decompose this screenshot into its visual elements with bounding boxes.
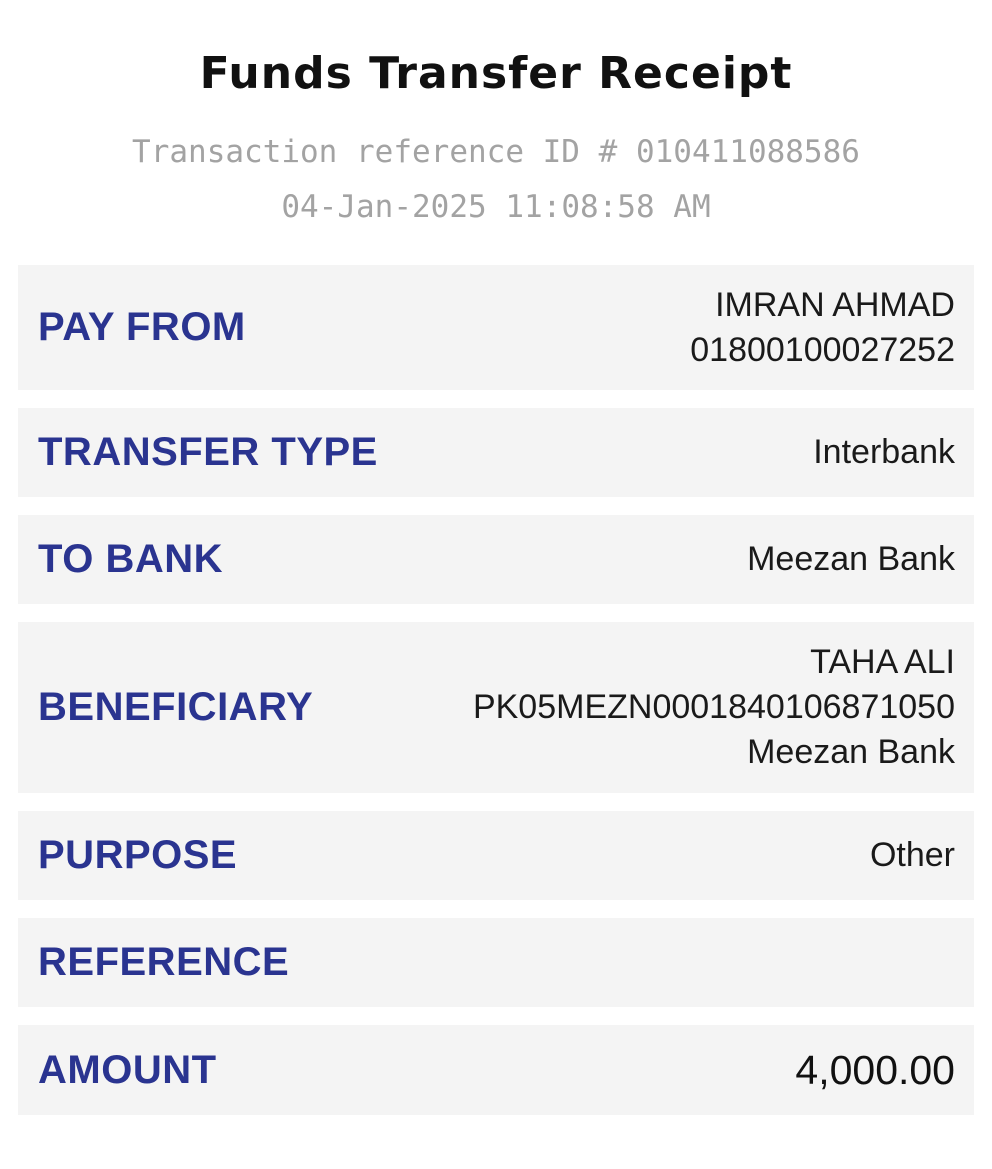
pay-from-account: 01800100027252 [690, 330, 955, 369]
row-beneficiary: BENEFICIARY TAHA ALI PK05MEZN00018401068… [18, 622, 974, 793]
receipt-title: Funds Transfer Receipt [199, 48, 793, 99]
row-amount: AMOUNT 4,000.00 [18, 1025, 974, 1115]
transfer-type-label: TRANSFER TYPE [38, 430, 378, 474]
row-transfer-type: TRANSFER TYPE Interbank [18, 408, 974, 497]
transaction-reference-id: Transaction reference ID # 010411088586 [132, 134, 860, 170]
pay-from-name: IMRAN AHMAD [715, 285, 955, 324]
amount-label: AMOUNT [38, 1047, 217, 1092]
row-reference: REFERENCE [18, 918, 974, 1007]
to-bank-label: TO BANK [38, 537, 223, 581]
beneficiary-name: TAHA ALI [810, 643, 955, 681]
purpose-value: Other [869, 836, 955, 874]
beneficiary-bank: Meezan Bank [747, 733, 955, 771]
pay-from-label: PAY FROM [38, 305, 246, 349]
row-purpose: PURPOSE Other [18, 811, 974, 900]
to-bank-value: Meezan Bank [747, 540, 955, 578]
pay-from-value: IMRAN AHMAD 01800100027252 [690, 283, 955, 373]
amount-value: 4,000.00 [795, 1046, 955, 1093]
beneficiary-value: TAHA ALI PK05MEZN0001840106871050 Meezan… [473, 640, 955, 775]
reference-label: REFERENCE [38, 940, 290, 984]
beneficiary-label: BENEFICIARY [38, 685, 314, 729]
transaction-datetime: 04-Jan-2025 11:08:58 AM [281, 189, 711, 225]
row-pay-from: PAY FROM IMRAN AHMAD 01800100027252 [18, 265, 974, 390]
transfer-type-value: Interbank [813, 433, 955, 471]
beneficiary-iban: PK05MEZN0001840106871050 [472, 688, 955, 726]
row-to-bank: TO BANK Meezan Bank [18, 515, 974, 604]
purpose-label: PURPOSE [38, 833, 238, 877]
